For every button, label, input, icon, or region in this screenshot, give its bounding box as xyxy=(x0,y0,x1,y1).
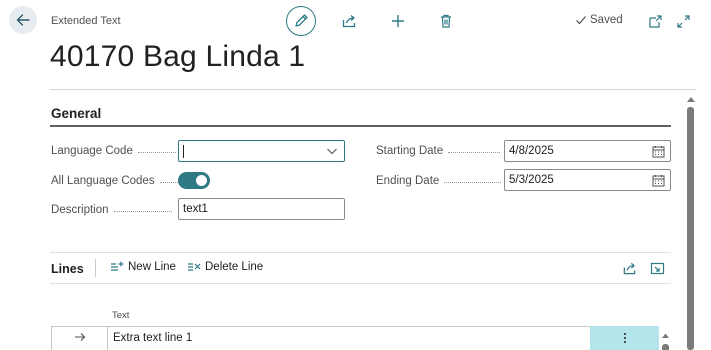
description-label-text: Description xyxy=(51,204,109,216)
edit-button[interactable] xyxy=(286,6,316,36)
language-code-select[interactable] xyxy=(178,140,345,162)
page-scroll-up-icon[interactable] xyxy=(686,95,696,103)
general-section-rule xyxy=(50,125,671,127)
delete-line-button[interactable]: Delete Line xyxy=(187,261,263,273)
leader-dots xyxy=(137,151,176,153)
language-code-label: Language Code xyxy=(51,145,176,157)
all-language-codes-label: All Language Codes xyxy=(51,175,182,187)
new-line-label: New Line xyxy=(128,261,176,273)
lines-focus-mode-button[interactable] xyxy=(647,258,667,278)
language-code-label-text: Language Code xyxy=(51,145,133,157)
starting-date-input[interactable]: 4/8/2025 xyxy=(504,140,671,162)
lines-separator xyxy=(95,259,96,277)
row-indicator-arrow-icon xyxy=(75,333,86,341)
leader-dots xyxy=(448,151,501,153)
saved-status: Saved xyxy=(575,14,623,26)
checkmark-icon xyxy=(576,16,586,25)
description-label: Description xyxy=(51,204,172,216)
share-icon xyxy=(342,15,356,28)
all-language-codes-label-text: All Language Codes xyxy=(51,175,155,187)
header-divider xyxy=(50,89,696,90)
open-new-window-icon xyxy=(648,14,662,28)
delete-button[interactable] xyxy=(436,11,456,31)
ending-date-value: 5/3/2025 xyxy=(509,174,554,186)
row-actions-menu[interactable] xyxy=(590,326,659,350)
ending-date-label-text: Ending Date xyxy=(376,175,440,187)
row-text-cell[interactable]: Extra text line 1 xyxy=(113,332,192,344)
lines-scrollbar-thumb[interactable] xyxy=(662,344,669,350)
new-line-icon xyxy=(111,261,124,271)
page-type-caption: Extended Text xyxy=(51,15,121,27)
focus-mode-icon xyxy=(650,262,664,274)
expand-icon xyxy=(676,14,690,28)
open-new-window-button[interactable] xyxy=(645,11,665,31)
trash-icon xyxy=(441,14,451,28)
more-options-icon xyxy=(623,333,626,343)
saved-label: Saved xyxy=(590,14,623,26)
leader-dots xyxy=(444,181,502,183)
all-language-codes-toggle[interactable] xyxy=(178,172,210,189)
chevron-down-icon xyxy=(327,148,337,155)
lines-top-rule xyxy=(50,252,671,253)
back-arrow-icon xyxy=(16,14,30,26)
new-button[interactable] xyxy=(388,11,408,31)
lines-bottom-rule xyxy=(50,283,671,284)
column-header-text[interactable]: Text xyxy=(112,310,129,321)
lines-scroll-up-icon[interactable] xyxy=(661,332,670,339)
delete-line-label: Delete Line xyxy=(205,261,264,273)
delete-line-icon xyxy=(188,263,201,271)
calendar-icon[interactable] xyxy=(652,145,665,158)
toggle-knob xyxy=(196,175,207,186)
page-title: 40170 Bag Linda 1 xyxy=(50,40,306,73)
plus-icon xyxy=(392,15,404,27)
text-caret xyxy=(183,144,184,158)
leader-dots xyxy=(113,210,172,212)
share-button[interactable] xyxy=(339,11,359,31)
expand-button[interactable] xyxy=(673,11,693,31)
new-line-button[interactable]: New Line xyxy=(110,261,176,273)
lines-title[interactable]: Lines xyxy=(51,262,84,276)
row-cell-divider xyxy=(107,326,108,350)
pencil-icon xyxy=(295,14,308,27)
ending-date-input[interactable]: 5/3/2025 xyxy=(504,169,671,191)
page-scrollbar-thumb[interactable] xyxy=(687,107,694,350)
lines-share-button[interactable] xyxy=(619,258,639,278)
ending-date-label: Ending Date xyxy=(376,175,502,187)
starting-date-label: Starting Date xyxy=(376,145,501,157)
starting-date-label-text: Starting Date xyxy=(376,145,444,157)
general-section-title[interactable]: General xyxy=(51,106,101,121)
back-button[interactable] xyxy=(9,6,37,34)
description-value: text1 xyxy=(183,203,208,215)
calendar-icon[interactable] xyxy=(652,174,665,187)
starting-date-value: 4/8/2025 xyxy=(509,145,554,157)
share-icon xyxy=(623,262,635,274)
description-input[interactable]: text1 xyxy=(178,198,345,220)
